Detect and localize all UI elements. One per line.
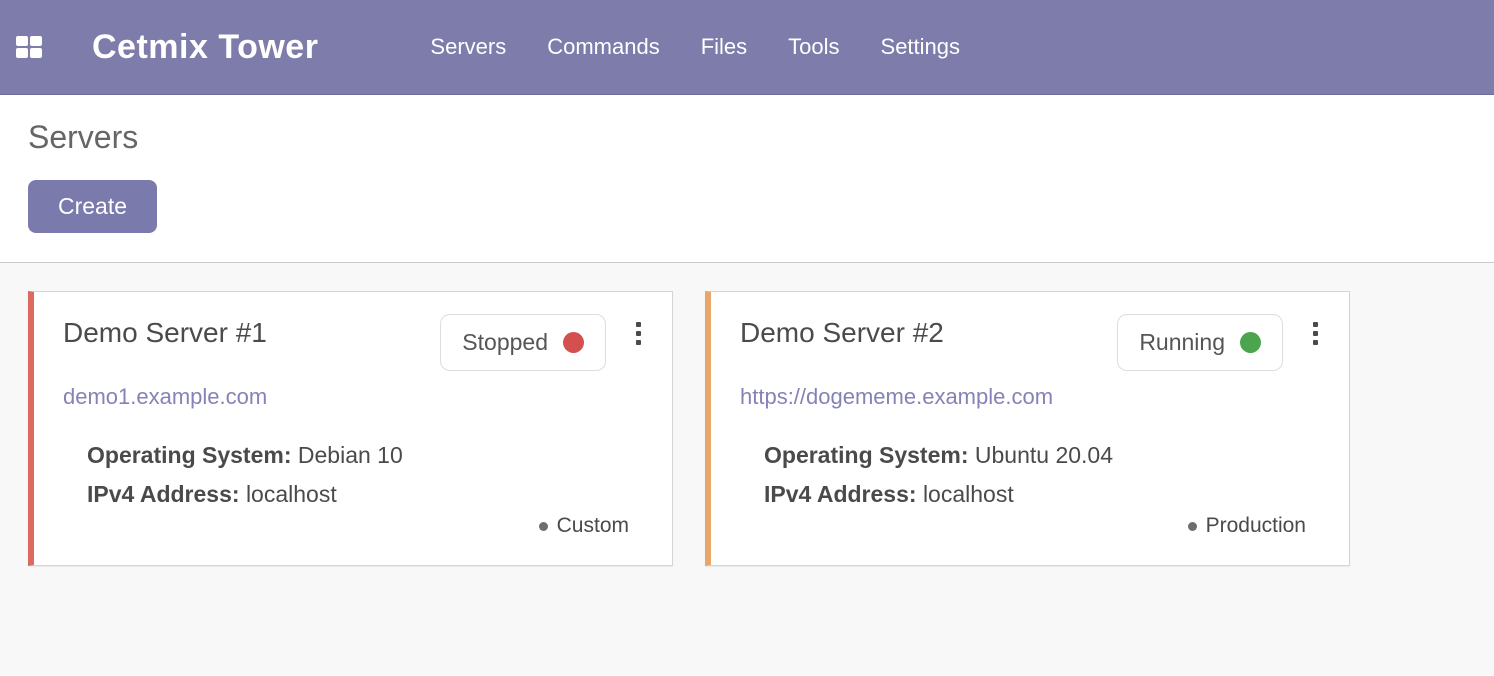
- server-name: Demo Server #1: [63, 317, 267, 349]
- tag-label: Custom: [557, 514, 629, 538]
- os-label: Operating System:: [764, 442, 969, 468]
- os-row: Operating System: Ubuntu 20.04: [764, 436, 1320, 475]
- server-url-link[interactable]: demo1.example.com: [63, 384, 643, 410]
- tag-dot-icon: [539, 522, 548, 531]
- status-dot-icon: [563, 332, 584, 353]
- control-panel: Servers Create: [0, 95, 1494, 263]
- os-label: Operating System:: [87, 442, 292, 468]
- server-card-demo-server-1[interactable]: Demo Server #1 Stopped demo1.example.com…: [28, 291, 673, 566]
- menu-item-settings[interactable]: Settings: [881, 34, 961, 60]
- tag-row: Production: [740, 514, 1320, 538]
- server-details: Operating System: Debian 10 IPv4 Address…: [87, 436, 643, 514]
- page-title: Servers: [28, 119, 1466, 156]
- tag-dot-icon: [1188, 522, 1197, 531]
- status-badge[interactable]: Stopped: [440, 314, 606, 371]
- create-button[interactable]: Create: [28, 180, 157, 233]
- ip-label: IPv4 Address:: [87, 481, 240, 507]
- os-value: Debian 10: [298, 442, 403, 468]
- ip-value: localhost: [923, 481, 1014, 507]
- ip-label: IPv4 Address:: [764, 481, 917, 507]
- menu-item-tools[interactable]: Tools: [788, 34, 839, 60]
- ip-row: IPv4 Address: localhost: [87, 475, 643, 514]
- status-label: Stopped: [462, 329, 548, 356]
- main-menu: Servers Commands Files Tools Settings: [430, 34, 960, 60]
- kebab-menu-icon[interactable]: [1311, 320, 1320, 347]
- kebab-menu-icon[interactable]: [634, 320, 643, 347]
- kanban-view: Demo Server #1 Stopped demo1.example.com…: [0, 263, 1494, 675]
- server-url-link[interactable]: https://dogememe.example.com: [740, 384, 1320, 410]
- os-row: Operating System: Debian 10: [87, 436, 643, 475]
- brand-title[interactable]: Cetmix Tower: [92, 28, 318, 67]
- menu-item-files[interactable]: Files: [701, 34, 747, 60]
- status-badge[interactable]: Running: [1117, 314, 1283, 371]
- ip-value: localhost: [246, 481, 337, 507]
- server-tag: Custom: [539, 514, 629, 538]
- card-header: Demo Server #2 Running: [740, 314, 1320, 372]
- apps-grid-icon[interactable]: [16, 36, 42, 58]
- tag-row: Custom: [63, 514, 643, 538]
- tag-label: Production: [1206, 514, 1306, 538]
- ip-row: IPv4 Address: localhost: [764, 475, 1320, 514]
- server-details: Operating System: Ubuntu 20.04 IPv4 Addr…: [764, 436, 1320, 514]
- server-card-demo-server-2[interactable]: Demo Server #2 Running https://dogememe.…: [705, 291, 1350, 566]
- server-tag: Production: [1188, 514, 1306, 538]
- card-header: Demo Server #1 Stopped: [63, 314, 643, 372]
- menu-item-servers[interactable]: Servers: [430, 34, 506, 60]
- top-navbar: Cetmix Tower Servers Commands Files Tool…: [0, 0, 1494, 95]
- server-name: Demo Server #2: [740, 317, 944, 349]
- os-value: Ubuntu 20.04: [975, 442, 1113, 468]
- status-label: Running: [1139, 329, 1225, 356]
- status-dot-icon: [1240, 332, 1261, 353]
- menu-item-commands[interactable]: Commands: [547, 34, 659, 60]
